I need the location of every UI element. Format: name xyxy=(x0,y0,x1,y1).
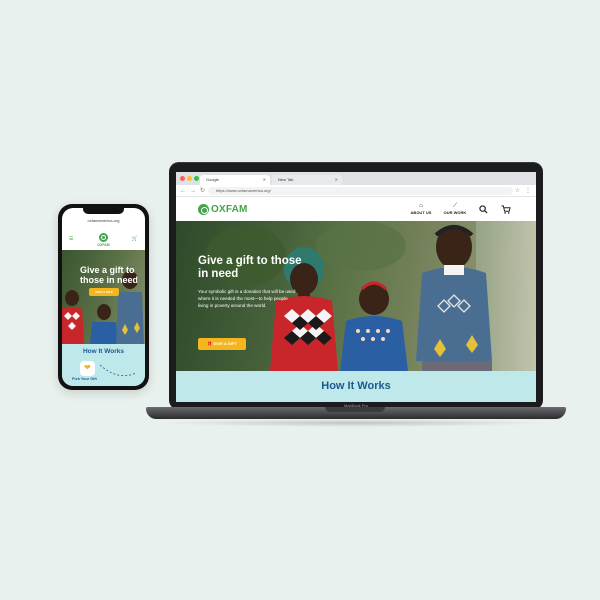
nav-label: ABOUT US xyxy=(410,210,432,215)
phone-how-it-works-section: How It Works ❤ Pick Your Gift xyxy=(62,344,145,386)
oxfam-logo[interactable]: OXFAM xyxy=(198,204,248,215)
gift-icon: ❤ xyxy=(84,363,91,372)
maximize-window-icon[interactable] xyxy=(194,176,199,181)
cart-icon[interactable]: 🛒 xyxy=(132,236,138,242)
hero-title: Give a gift to those in need xyxy=(198,255,302,280)
reload-icon[interactable]: ↻ xyxy=(200,187,205,195)
forward-icon[interactable]: → xyxy=(190,187,196,195)
site-header: OXFAM ⌂ ABOUT US ⟋ OUR WORK xyxy=(176,198,536,221)
step-label: Pick Your Gift xyxy=(72,377,97,381)
phone-how-it-works-title: How It Works xyxy=(82,348,125,355)
url-input[interactable]: https://www.oxfamamerica.org/ xyxy=(208,187,513,195)
phone-hero-title: Give a gift to those in need xyxy=(80,265,139,285)
back-icon[interactable]: ← xyxy=(180,187,186,195)
laptop-screen: Google ✕ New Tab ✕ ← → ↻ https://www.oxf… xyxy=(176,172,536,402)
home-icon: ⌂ xyxy=(419,203,423,209)
logo-text: OXFAM xyxy=(211,204,248,215)
nav-label: OUR WORK xyxy=(443,210,467,215)
phone-give-a-gift-button[interactable]: GIVE A GIFT xyxy=(89,288,119,296)
search-icon[interactable] xyxy=(479,205,488,216)
close-tab-icon[interactable]: ✕ xyxy=(335,175,338,185)
phone-screen: oxfamamerica.org ☰ OXFAM 🛒 Give a gift t… xyxy=(62,208,145,386)
give-a-gift-button[interactable]: 🎁 GIVE A GIFT xyxy=(198,338,246,350)
minimize-window-icon[interactable] xyxy=(187,176,192,181)
phone-site-header: ☰ OXFAM 🛒 xyxy=(62,230,145,250)
browser-address-bar: ← → ↻ https://www.oxfamamerica.org/ ☆ ⋮ xyxy=(176,185,536,197)
nav-our-work[interactable]: ⟋ OUR WORK xyxy=(440,202,470,215)
logo-text: OXFAM xyxy=(97,243,110,247)
tab-label: Google xyxy=(206,177,219,182)
laptop-shadow xyxy=(160,419,550,427)
nav-about-us[interactable]: ⌂ ABOUT US xyxy=(406,202,436,215)
button-label: GIVE A GIFT xyxy=(213,341,237,346)
oxfam-logo-icon[interactable] xyxy=(99,233,108,242)
phone-url[interactable]: oxfamamerica.org xyxy=(62,218,145,223)
close-window-icon[interactable] xyxy=(180,176,185,181)
wand-icon: ⟋ xyxy=(452,203,458,209)
cart-icon[interactable] xyxy=(501,205,511,216)
hero-body: Your symbolic gift is a donation that wi… xyxy=(198,289,296,309)
browser-nav: ← → ↻ xyxy=(180,187,205,195)
phone-hero-banner: Give a gift to those in need GIVE A GIFT xyxy=(62,250,145,344)
how-it-works-title: How It Works xyxy=(321,380,391,392)
tab-label: New Tab xyxy=(278,177,294,182)
browser-tab-google[interactable]: Google ✕ xyxy=(200,175,270,185)
oxfam-logo-icon xyxy=(198,204,209,215)
phone-notch xyxy=(83,208,124,214)
browser-tab-bar: Google ✕ New Tab ✕ xyxy=(176,172,536,185)
how-it-works-section: How It Works xyxy=(176,371,536,402)
window-controls xyxy=(180,176,199,181)
close-tab-icon[interactable]: ✕ xyxy=(263,175,266,185)
menu-icon[interactable]: ☰ xyxy=(69,236,73,242)
bookmark-star-icon[interactable]: ☆ xyxy=(515,187,520,195)
laptop-model-label: MacBook Pro xyxy=(343,403,368,408)
browser-menu-icon[interactable]: ⋮ xyxy=(525,187,531,195)
dashed-path-decoration xyxy=(99,364,137,377)
browser-tab-new[interactable]: New Tab ✕ xyxy=(272,175,342,185)
hero-banner: Give a gift to those in need Your symbol… xyxy=(176,221,536,371)
